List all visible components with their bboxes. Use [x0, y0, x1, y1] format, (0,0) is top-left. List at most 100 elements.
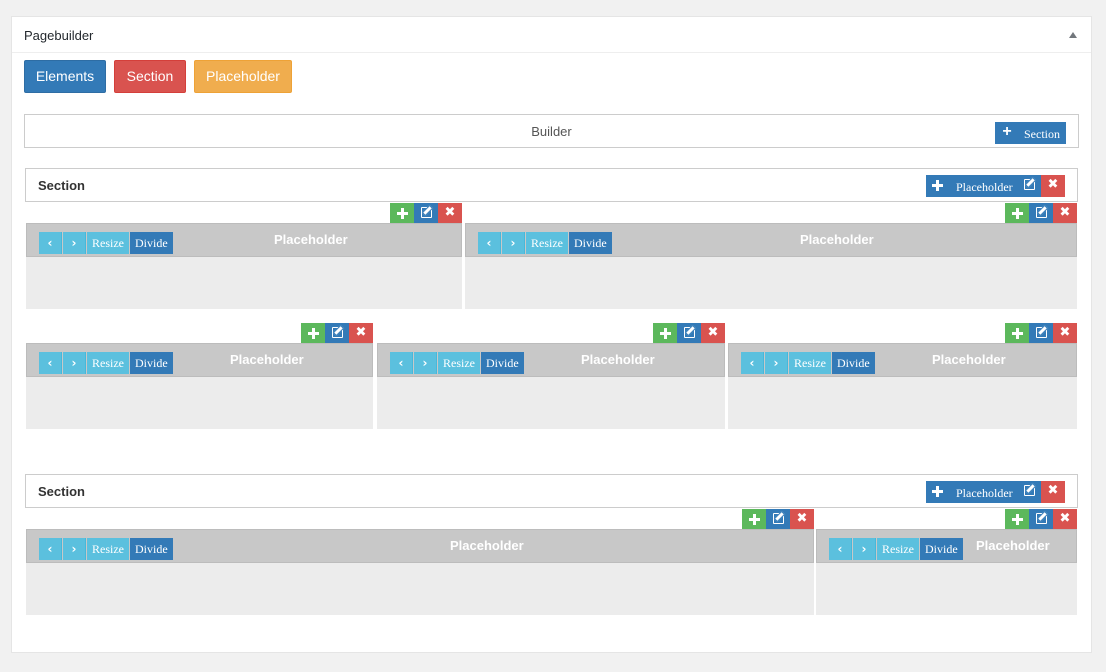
add-placeholder-label: Placeholder [956, 486, 1013, 500]
resize-button[interactable]: Resize [789, 352, 831, 374]
plus-icon [932, 180, 943, 191]
edit-icon [1035, 327, 1047, 338]
plus-icon [1012, 328, 1023, 339]
edit-button[interactable] [677, 323, 701, 343]
placeholder-title: Placeholder [976, 538, 1050, 553]
placeholder-header: ‹ › Resize Divide Placeholder [26, 343, 373, 377]
edit-button[interactable] [1029, 509, 1053, 529]
edit-section-button[interactable] [1017, 175, 1041, 197]
delete-button[interactable]: ✖ [790, 509, 814, 529]
close-icon: ✖ [1047, 177, 1059, 192]
resize-button[interactable]: Resize [87, 538, 129, 560]
placeholder-button[interactable]: Placeholder [194, 60, 292, 93]
add-button[interactable] [1005, 203, 1029, 223]
placeholder-title: Placeholder [274, 232, 348, 247]
edit-button[interactable] [414, 203, 438, 223]
section-button[interactable]: Section [114, 60, 186, 93]
close-icon: ✖ [707, 325, 719, 340]
delete-section-button[interactable]: ✖ [1041, 481, 1065, 503]
plus-icon [1012, 514, 1023, 525]
resize-button[interactable]: Resize [877, 538, 919, 560]
resize-button[interactable]: Resize [526, 232, 568, 254]
edit-icon [1035, 513, 1047, 524]
chevron-right-icon[interactable]: › [765, 352, 788, 374]
add-button[interactable] [1005, 323, 1029, 343]
chevron-right-icon[interactable]: › [63, 352, 86, 374]
divide-button[interactable]: Divide [832, 352, 875, 374]
delete-button[interactable]: ✖ [701, 323, 725, 343]
chevron-right-icon[interactable]: › [502, 232, 525, 254]
chevron-left-icon[interactable]: ‹ [39, 232, 62, 254]
placeholder-6: ✖ ‹ › Resize Divide Placeholder [26, 509, 814, 615]
delete-section-button[interactable]: ✖ [1041, 175, 1065, 197]
divide-button[interactable]: Divide [130, 232, 173, 254]
resize-button[interactable]: Resize [87, 232, 129, 254]
divide-button[interactable]: Divide [130, 538, 173, 560]
placeholder-title: Placeholder [800, 232, 874, 247]
divide-button[interactable]: Divide [481, 352, 524, 374]
chevron-left-icon[interactable]: ‹ [478, 232, 501, 254]
chevron-left-icon[interactable]: ‹ [741, 352, 764, 374]
placeholder-title: Placeholder [581, 352, 655, 367]
add-button[interactable] [742, 509, 766, 529]
add-placeholder-button[interactable]: Placeholder [926, 481, 1017, 503]
add-section-label: Section [1024, 127, 1060, 141]
resize-button[interactable]: Resize [438, 352, 480, 374]
edit-button[interactable] [325, 323, 349, 343]
close-icon: ✖ [796, 511, 808, 526]
add-button[interactable] [390, 203, 414, 223]
chevron-left-icon[interactable]: ‹ [390, 352, 413, 374]
edit-icon [1023, 485, 1035, 496]
divide-button[interactable]: Divide [920, 538, 963, 560]
close-icon: ✖ [1059, 205, 1071, 220]
add-placeholder-label: Placeholder [956, 180, 1013, 194]
divide-button[interactable]: Divide [569, 232, 612, 254]
add-placeholder-button[interactable]: Placeholder [926, 175, 1017, 197]
placeholder-title: Placeholder [230, 352, 304, 367]
add-section-button[interactable]: + Section [995, 122, 1066, 144]
chevron-left-icon[interactable]: ‹ [829, 538, 852, 560]
add-button[interactable] [653, 323, 677, 343]
chevron-right-icon[interactable]: › [63, 232, 86, 254]
delete-button[interactable]: ✖ [438, 203, 462, 223]
placeholder-header: ‹ › Resize Divide Placeholder [26, 223, 462, 257]
chevron-right-icon[interactable]: › [414, 352, 437, 374]
edit-icon [1035, 207, 1047, 218]
add-button[interactable] [1005, 509, 1029, 529]
placeholder-7: ✖ ‹ › Resize Divide Placeholder [816, 509, 1077, 615]
delete-button[interactable]: ✖ [1053, 323, 1077, 343]
chevron-left-icon[interactable]: ‹ [39, 538, 62, 560]
placeholder-3: ✖ ‹ › Resize Divide Placeholder [26, 323, 373, 429]
builder-bar: Builder + Section [24, 114, 1079, 148]
close-icon: ✖ [355, 325, 367, 340]
edit-button[interactable] [766, 509, 790, 529]
edit-section-button[interactable] [1017, 481, 1041, 503]
plus-icon [749, 514, 760, 525]
placeholder-header: ‹ › Resize Divide Placeholder [26, 529, 814, 563]
placeholder-4: ✖ ‹ › Resize Divide Placeholder [377, 323, 725, 429]
plus-icon [308, 328, 319, 339]
resize-button[interactable]: Resize [87, 352, 129, 374]
edit-button[interactable] [1029, 323, 1053, 343]
section-header: Section [25, 168, 1078, 202]
chevron-left-icon[interactable]: ‹ [39, 352, 62, 374]
panel-header[interactable]: Pagebuilder [12, 17, 1091, 53]
delete-button[interactable]: ✖ [1053, 203, 1077, 223]
delete-button[interactable]: ✖ [349, 323, 373, 343]
edit-button[interactable] [1029, 203, 1053, 223]
chevron-right-icon[interactable]: › [853, 538, 876, 560]
divide-button[interactable]: Divide [130, 352, 173, 374]
edit-icon [1023, 179, 1035, 190]
edit-icon [331, 327, 343, 338]
plus-icon [660, 328, 671, 339]
collapse-arrow-icon[interactable] [1069, 32, 1077, 38]
add-button[interactable] [301, 323, 325, 343]
chevron-right-icon[interactable]: › [63, 538, 86, 560]
plus-icon [932, 486, 943, 497]
close-icon: ✖ [444, 205, 456, 220]
delete-button[interactable]: ✖ [1053, 509, 1077, 529]
section-header: Section [25, 474, 1078, 508]
edit-icon [420, 207, 432, 218]
elements-button[interactable]: Elements [24, 60, 106, 93]
edit-icon [683, 327, 695, 338]
